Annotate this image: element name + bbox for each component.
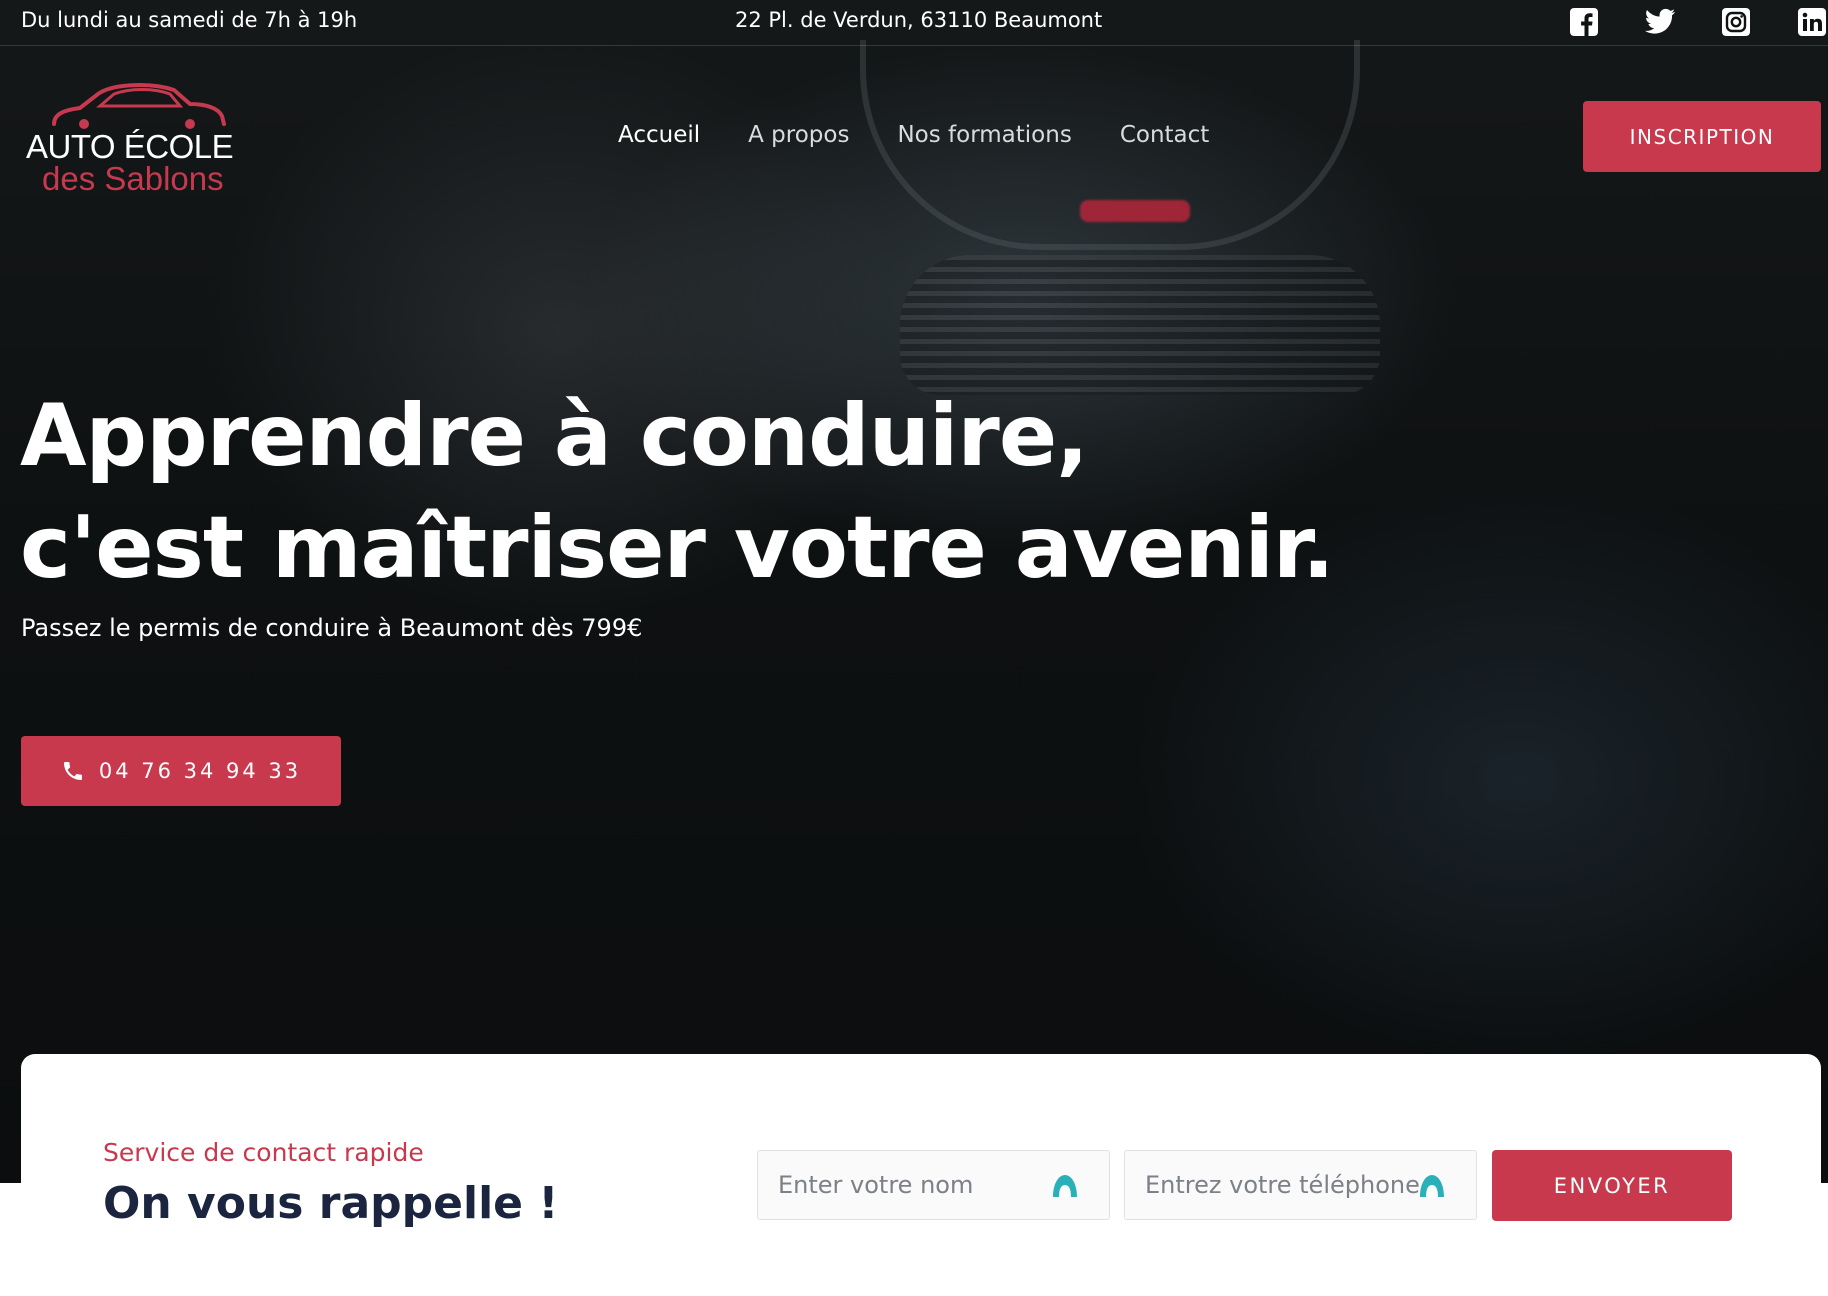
call-button[interactable]: 04 76 34 94 33 [21, 736, 341, 806]
call-button-label: 04 76 34 94 33 [98, 759, 302, 783]
autofill-icon [1053, 1175, 1077, 1197]
hero-headline-line-1: Apprendre à conduire, [20, 386, 1089, 486]
hero-background-hazard-light [1080, 200, 1190, 222]
hero-background-vent [900, 255, 1380, 395]
hero-headline-line-2: c'est maîtriser votre avenir. [20, 498, 1335, 598]
site-logo[interactable]: AUTO ÉCOLE des Sablons [26, 80, 246, 198]
main-nav: Accueil A propos Nos formations Contact [618, 122, 1257, 148]
send-button[interactable]: ENVOYER [1492, 1150, 1732, 1221]
nav-item-a-propos[interactable]: A propos [748, 122, 849, 148]
nav-item-accueil[interactable]: Accueil [618, 122, 700, 148]
nav-item-contact[interactable]: Contact [1120, 122, 1209, 148]
quick-contact-card: Service de contact rapide On vous rappel… [21, 1054, 1821, 1296]
facebook-icon[interactable] [1568, 6, 1600, 38]
top-bar: Du lundi au samedi de 7h à 19h 22 Pl. de… [0, 0, 1828, 46]
opening-hours: Du lundi au samedi de 7h à 19h [21, 8, 358, 32]
social-links [1568, 6, 1828, 38]
inscription-button[interactable]: INSCRIPTION [1583, 101, 1821, 172]
instagram-icon[interactable] [1720, 6, 1752, 38]
phone-field [1124, 1150, 1477, 1220]
quick-contact-eyebrow: Service de contact rapide [103, 1138, 424, 1167]
hero-section: Du lundi au samedi de 7h à 19h 22 Pl. de… [0, 0, 1828, 1183]
name-field [757, 1150, 1110, 1220]
logo-line-2: des Sablons [42, 160, 224, 197]
car-icon [52, 83, 226, 129]
phone-icon [63, 762, 82, 780]
linkedin-icon[interactable] [1796, 6, 1828, 38]
hero-headline: Apprendre à conduire, c'est maîtriser vo… [20, 380, 1335, 604]
autofill-icon [1420, 1175, 1444, 1197]
nav-item-nos-formations[interactable]: Nos formations [897, 122, 1071, 148]
twitter-icon[interactable] [1644, 6, 1676, 38]
hero-subline: Passez le permis de conduire à Beaumont … [21, 614, 643, 642]
address: 22 Pl. de Verdun, 63110 Beaumont [735, 8, 1103, 32]
quick-contact-title: On vous rappelle ! [103, 1178, 559, 1229]
